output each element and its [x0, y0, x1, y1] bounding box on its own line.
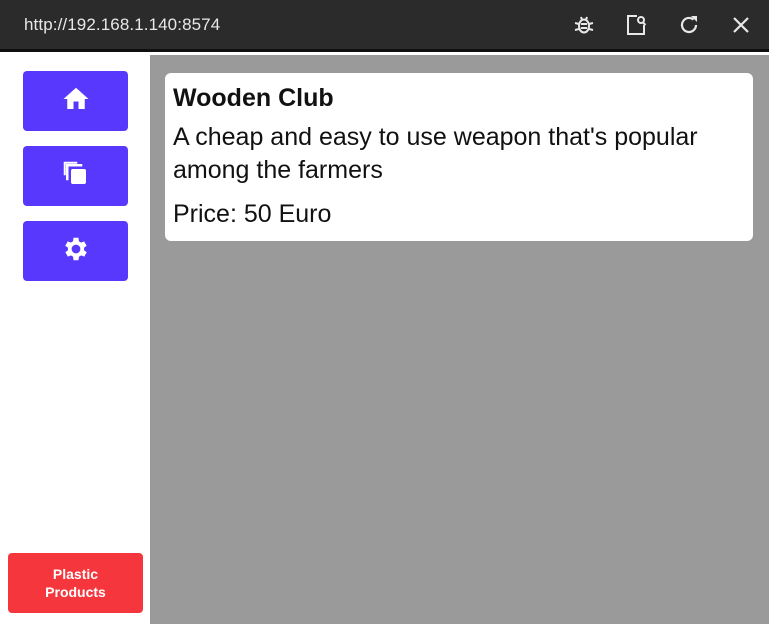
product-description: A cheap and easy to use weapon that's po… [173, 121, 745, 187]
product-description-line1: A cheap and easy to use weapon that's po… [173, 123, 698, 151]
plastic-products-label-line1: Plastic [52, 566, 99, 582]
product-price: Price: 50 Euro [173, 200, 332, 228]
open-external-icon[interactable] [623, 12, 649, 38]
copy-button[interactable] [23, 146, 128, 206]
close-icon[interactable] [728, 12, 754, 38]
sidebar: Plastic Products [0, 55, 150, 624]
home-button[interactable] [23, 71, 128, 131]
plastic-products-label-line2: Products [45, 584, 106, 600]
bug-icon[interactable] [571, 12, 597, 38]
product-title: Wooden Club [173, 84, 334, 112]
main-content: Wooden Club A cheap and easy to use weap… [150, 55, 769, 624]
refresh-icon[interactable] [676, 12, 702, 38]
plastic-products-button[interactable]: Plastic Products [8, 553, 143, 613]
gear-icon [61, 234, 91, 269]
product-description-line2: among the farmers [173, 156, 383, 184]
url-text: http://192.168.1.140:8574 [24, 15, 221, 34]
copy-icon [61, 159, 91, 194]
settings-button[interactable] [23, 221, 128, 281]
product-card: Wooden Club A cheap and easy to use weap… [165, 73, 753, 241]
title-bar: http://192.168.1.140:8574 [0, 0, 769, 52]
home-icon [61, 84, 91, 119]
